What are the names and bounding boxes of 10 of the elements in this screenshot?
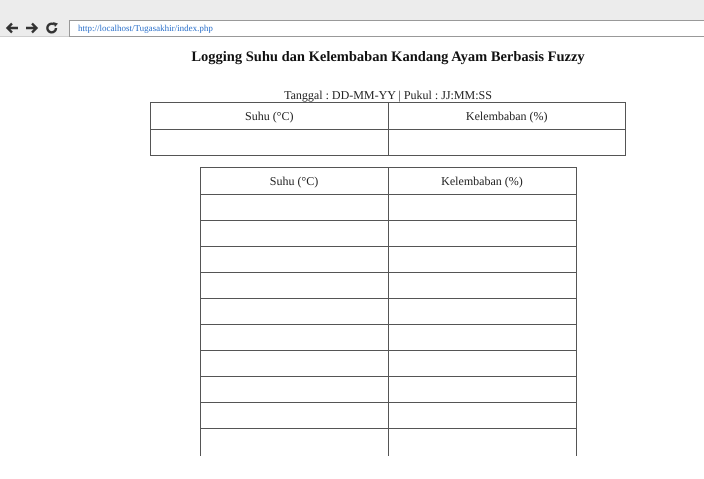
forward-icon[interactable] xyxy=(25,22,39,34)
timestamp-text: Tanggal : DD-MM-YY | Pukul : JJ:MM:SS xyxy=(284,88,492,102)
page-title: Logging Suhu dan Kelembaban Kandang Ayam Berbasis Fuzzy xyxy=(190,49,586,65)
reload-icon[interactable] xyxy=(45,22,59,34)
column-header: Suhu (°C) xyxy=(270,174,318,188)
address-field[interactable]: http://localhost/Tugasakhir/index.php xyxy=(69,20,704,36)
column-header: Kelembaban (%) xyxy=(441,174,523,188)
back-icon[interactable] xyxy=(5,22,19,34)
column-header: Suhu (°C) xyxy=(245,108,294,122)
column-header: Kelembaban (%) xyxy=(466,108,548,122)
